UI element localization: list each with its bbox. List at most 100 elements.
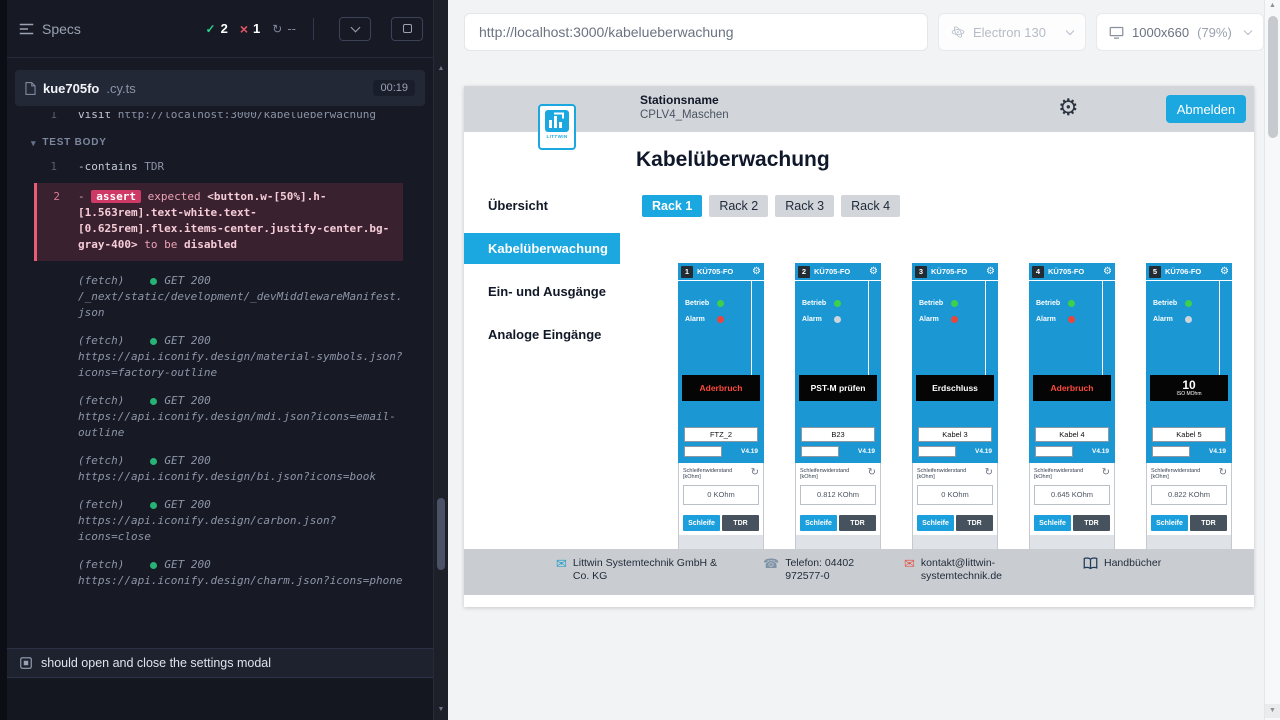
cable-name: Kabel 3 bbox=[918, 427, 992, 442]
fetch-log-entry[interactable]: (fetch)GET 200 https://api.iconify.desig… bbox=[7, 393, 417, 441]
divider bbox=[751, 281, 752, 375]
visit-command[interactable]: 1 visit http://localhost:3000/kabelueber… bbox=[7, 112, 417, 123]
page-scrollbar-thumb[interactable] bbox=[1268, 16, 1278, 138]
scroll-down-icon[interactable]: ▼ bbox=[1265, 704, 1280, 718]
pending-stat[interactable]: ↻ -- bbox=[272, 21, 296, 36]
specs-link[interactable]: Specs bbox=[19, 21, 81, 37]
fetch-log-entry[interactable]: (fetch)GET 200 https://api.iconify.desig… bbox=[7, 453, 417, 485]
next-test-row[interactable]: should open and close the settings modal bbox=[7, 648, 433, 678]
firmware-version: V4.19 bbox=[1209, 448, 1226, 455]
schleife-button[interactable]: Schleife bbox=[1151, 515, 1188, 531]
logout-button[interactable]: Abmelden bbox=[1166, 95, 1246, 123]
scroll-down-icon[interactable]: ▼ bbox=[434, 703, 448, 717]
tab-rack-4[interactable]: Rack 4 bbox=[841, 195, 900, 217]
indicator-box bbox=[918, 446, 956, 457]
runner-scrollbar: ▲ ▼ bbox=[433, 0, 448, 720]
nav-item-ein-und-ausgaenge[interactable]: Ein- und Ausgänge bbox=[464, 276, 620, 307]
device-number: 3 bbox=[915, 266, 927, 278]
alarm-label: Alarm bbox=[919, 316, 951, 323]
collapse-log-button[interactable] bbox=[339, 17, 371, 41]
gear-icon[interactable]: ⚙ bbox=[752, 267, 761, 277]
runner-stats: ✓ 2 × 1 ↻ -- bbox=[206, 17, 423, 41]
test-body-section-toggle[interactable]: ▾ TEST BODY bbox=[31, 135, 417, 151]
alarm-label: Alarm bbox=[802, 316, 834, 323]
fetch-log-entry[interactable]: (fetch)GET 200 /_next/static/development… bbox=[7, 273, 417, 321]
device-number: 4 bbox=[1032, 266, 1044, 278]
firmware-version: V4.19 bbox=[975, 448, 992, 455]
settings-gear-icon[interactable]: ⚙ bbox=[1058, 93, 1079, 123]
tdr-button[interactable]: TDR bbox=[1190, 515, 1227, 531]
alarm-label: Alarm bbox=[685, 316, 717, 323]
station-info: Stationsname CPLV4_Maschen bbox=[640, 93, 729, 121]
main-content: Kabelüberwachung Rack 1 Rack 2 Rack 3 Ra… bbox=[620, 132, 1254, 549]
schleife-button[interactable]: Schleife bbox=[800, 515, 837, 531]
fetch-log-entry[interactable]: (fetch)GET 200 https://api.iconify.desig… bbox=[7, 557, 417, 589]
contains-command[interactable]: 1 -contains TDR bbox=[7, 159, 417, 175]
footer-manuals[interactable]: Handbücher bbox=[1083, 557, 1213, 570]
refresh-icon[interactable]: ↻ bbox=[868, 468, 876, 478]
spec-extension: .cy.ts bbox=[106, 81, 135, 96]
scroll-up-icon[interactable]: ▲ bbox=[1265, 2, 1280, 9]
stop-run-button[interactable] bbox=[391, 17, 423, 41]
tdr-button[interactable]: TDR bbox=[956, 515, 993, 531]
check-icon: ✓ bbox=[206, 22, 216, 36]
device-model: KÜ706-FO bbox=[1165, 267, 1201, 276]
footer-phone[interactable]: ☎ Telefon: 04402 972577-0 bbox=[763, 557, 885, 583]
line-number: 2 bbox=[44, 189, 60, 205]
fetch-url: https://api.iconify.design/bi.json?icons… bbox=[78, 469, 403, 485]
nav-item-analoge-eingaenge[interactable]: Analoge Eingänge bbox=[464, 319, 620, 350]
gear-icon[interactable]: ⚙ bbox=[1220, 267, 1229, 277]
screen: Specs ✓ 2 × 1 ↻ -- bbox=[0, 0, 1280, 720]
station-label: Stationsname bbox=[640, 93, 729, 107]
cable-name: Kabel 5 bbox=[1152, 427, 1226, 442]
device-number: 1 bbox=[681, 266, 693, 278]
panel-empty-area bbox=[7, 679, 433, 720]
app-header: Stationsname CPLV4_Maschen ⚙ Abmelden bbox=[464, 86, 1254, 132]
betrieb-label: Betrieb bbox=[919, 300, 951, 307]
passed-stat[interactable]: ✓ 2 bbox=[206, 21, 228, 36]
electron-icon bbox=[951, 25, 965, 39]
tab-rack-3[interactable]: Rack 3 bbox=[775, 195, 834, 217]
spec-file-row[interactable]: kue705fo .cy.ts 00:19 bbox=[15, 70, 425, 106]
viewport-select[interactable]: 1000x660 (79%) bbox=[1096, 13, 1264, 51]
collapsed-sidebar-strip[interactable] bbox=[0, 0, 7, 720]
test-body-label: TEST BODY bbox=[42, 135, 106, 151]
gear-icon[interactable]: ⚙ bbox=[986, 267, 995, 277]
fetch-log-entry[interactable]: (fetch)GET 200 https://api.iconify.desig… bbox=[7, 497, 417, 545]
gear-icon[interactable]: ⚙ bbox=[1103, 267, 1112, 277]
pending-icon: ↻ bbox=[272, 22, 282, 36]
betrieb-label: Betrieb bbox=[802, 300, 834, 307]
refresh-icon[interactable]: ↻ bbox=[751, 468, 759, 478]
failed-assert-command[interactable]: 2 - assert expected <button.w-[50%].h-[1… bbox=[34, 183, 403, 261]
pending-count: -- bbox=[287, 21, 296, 36]
device-card-4: 4 KÜ705-FO ⚙ Betrieb Alarm Aderbruch bbox=[1029, 263, 1115, 549]
schleife-button[interactable]: Schleife bbox=[1034, 515, 1071, 531]
refresh-icon[interactable]: ↻ bbox=[1102, 468, 1110, 478]
divider bbox=[313, 18, 314, 40]
specs-list-icon bbox=[19, 23, 34, 35]
device-model: KÜ705-FO bbox=[1048, 267, 1084, 276]
nav-item-kabelueberwachung[interactable]: Kabelüberwachung bbox=[464, 233, 620, 264]
tab-rack-1[interactable]: Rack 1 bbox=[642, 195, 702, 217]
alarm-led bbox=[1068, 316, 1075, 323]
failed-stat[interactable]: × 1 bbox=[240, 21, 260, 37]
schleife-button[interactable]: Schleife bbox=[683, 515, 720, 531]
tdr-button[interactable]: TDR bbox=[839, 515, 876, 531]
nav-item-uebersicht[interactable]: Übersicht bbox=[464, 190, 620, 221]
refresh-icon[interactable]: ↻ bbox=[1219, 468, 1227, 478]
tdr-button[interactable]: TDR bbox=[1073, 515, 1110, 531]
alarm-label: Alarm bbox=[1153, 316, 1185, 323]
tab-rack-2[interactable]: Rack 2 bbox=[709, 195, 768, 217]
tdr-button[interactable]: TDR bbox=[722, 515, 759, 531]
browser-select[interactable]: Electron 130 bbox=[938, 13, 1086, 51]
status-display: Aderbruch bbox=[682, 375, 760, 401]
scroll-up-icon[interactable]: ▲ bbox=[434, 62, 448, 76]
gear-icon[interactable]: ⚙ bbox=[869, 267, 878, 277]
schleife-button[interactable]: Schleife bbox=[917, 515, 954, 531]
fetch-log-entry[interactable]: (fetch)GET 200 https://api.iconify.desig… bbox=[7, 333, 417, 381]
fetch-url: https://api.iconify.design/carbon.json?i… bbox=[78, 513, 403, 545]
footer-email[interactable]: ✉ kontakt@littwin-systemtechnik.de bbox=[904, 557, 1016, 583]
url-input[interactable] bbox=[464, 13, 928, 51]
runner-scrollbar-thumb[interactable] bbox=[437, 498, 445, 570]
refresh-icon[interactable]: ↻ bbox=[985, 468, 993, 478]
